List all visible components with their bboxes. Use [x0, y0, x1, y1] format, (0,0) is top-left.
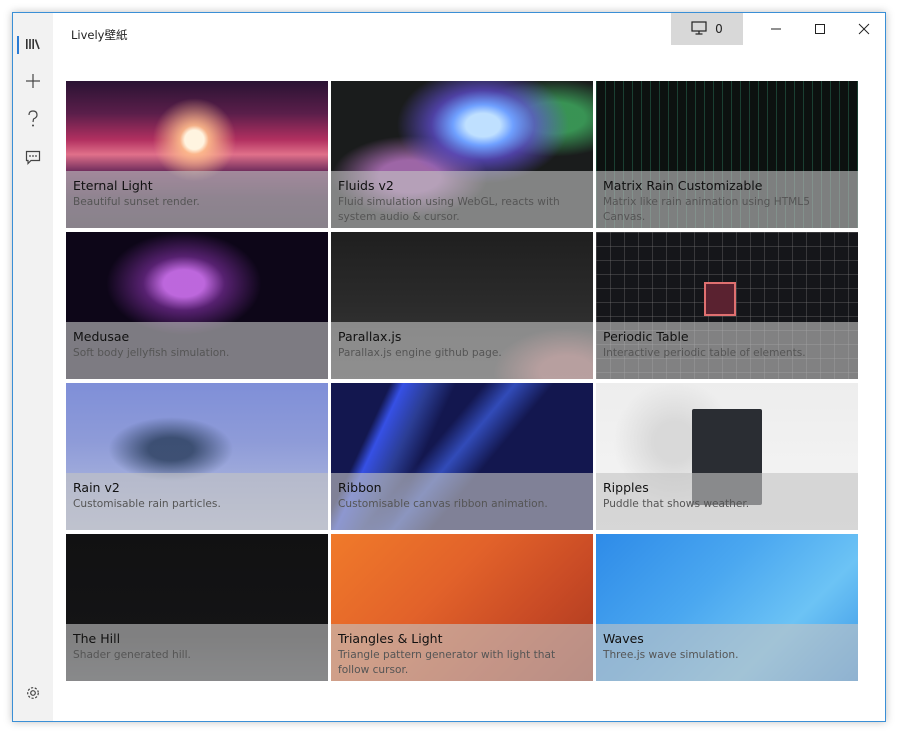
settings-button[interactable]	[13, 677, 53, 713]
add-icon	[25, 73, 41, 93]
monitor-select-button[interactable]: 0	[671, 13, 743, 45]
wallpaper-description: Three.js wave simulation.	[603, 649, 739, 661]
wallpaper-info: The Hill Shader generated hill.	[66, 624, 328, 681]
maximize-button[interactable]	[798, 13, 842, 45]
wallpaper-title: Rain v2	[73, 480, 120, 495]
sidebar	[13, 13, 53, 721]
minimize-icon	[770, 20, 782, 39]
wallpaper-title: Ribbon	[338, 480, 382, 495]
app-title: Lively壁紙	[71, 28, 128, 42]
wallpaper-description: Triangle pattern generator with light th…	[338, 649, 556, 676]
wallpaper-title: Ripples	[603, 480, 649, 495]
wallpaper-info: Medusae Soft body jellyfish simulation.	[66, 322, 328, 379]
wallpaper-title: Waves	[603, 631, 644, 646]
wallpaper-info: Rain v2 Customisable rain particles.	[66, 473, 328, 530]
wallpaper-description: Matrix like rain animation using HTML5 C…	[603, 196, 810, 223]
wallpaper-info: Matrix Rain Customizable Matrix like rai…	[596, 171, 858, 228]
wallpaper-info: Waves Three.js wave simulation.	[596, 624, 858, 681]
wallpaper-title: Medusae	[73, 329, 130, 344]
wallpaper-description: Shader generated hill.	[73, 649, 191, 661]
wallpaper-info: Parallax.js Parallax.js engine github pa…	[331, 322, 593, 379]
wallpaper-card-eternal-light[interactable]: Eternal Light Beautiful sunset render.	[66, 81, 328, 228]
monitor-icon	[691, 20, 707, 38]
add-wallpaper-button[interactable]	[13, 65, 53, 101]
wallpaper-library-grid: Eternal Light Beautiful sunset render. F…	[66, 81, 858, 681]
wallpaper-description: Parallax.js engine github page.	[338, 347, 502, 359]
wallpaper-info: Periodic Table Interactive periodic tabl…	[596, 322, 858, 379]
wallpaper-card-periodic-table[interactable]: Periodic Table Interactive periodic tabl…	[596, 232, 858, 379]
help-button[interactable]	[13, 103, 53, 139]
wallpaper-title: Periodic Table	[603, 329, 689, 344]
wallpaper-info: Ribbon Customisable canvas ribbon animat…	[331, 473, 593, 530]
wallpaper-card-matrix-rain[interactable]: Matrix Rain Customizable Matrix like rai…	[596, 81, 858, 228]
wallpaper-description: Interactive periodic table of elements.	[603, 347, 806, 359]
wallpaper-card-medusae[interactable]: Medusae Soft body jellyfish simulation.	[66, 232, 328, 379]
feedback-button[interactable]	[13, 141, 53, 177]
wallpaper-title: Parallax.js	[338, 329, 402, 344]
settings-icon	[25, 685, 41, 705]
feedback-icon	[25, 150, 41, 169]
library-icon	[25, 36, 41, 55]
app-window: Lively壁紙 0 Eternal Light Beautiful sunse…	[12, 12, 886, 722]
close-icon	[858, 20, 870, 39]
wallpaper-description: Customisable canvas ribbon animation.	[338, 498, 548, 510]
wallpaper-card-triangles-light[interactable]: Triangles & Light Triangle pattern gener…	[331, 534, 593, 681]
wallpaper-title: Matrix Rain Customizable	[603, 178, 763, 193]
maximize-icon	[814, 20, 826, 39]
wallpaper-info: Triangles & Light Triangle pattern gener…	[331, 624, 593, 681]
wallpaper-card-waves[interactable]: Waves Three.js wave simulation.	[596, 534, 858, 681]
wallpaper-card-parallax-js[interactable]: Parallax.js Parallax.js engine github pa…	[331, 232, 593, 379]
wallpaper-title: Fluids v2	[338, 178, 394, 193]
wallpaper-description: Soft body jellyfish simulation.	[73, 347, 230, 359]
wallpaper-card-fluids-v2[interactable]: Fluids v2 Fluid simulation using WebGL, …	[331, 81, 593, 228]
wallpaper-info: Ripples Puddle that shows weather.	[596, 473, 858, 530]
minimize-button[interactable]	[754, 13, 798, 45]
wallpaper-card-the-hill[interactable]: The Hill Shader generated hill.	[66, 534, 328, 681]
help-icon	[27, 110, 39, 132]
element-tile-graphic	[704, 282, 736, 316]
wallpaper-info: Fluids v2 Fluid simulation using WebGL, …	[331, 171, 593, 228]
monitor-count: 0	[715, 22, 723, 36]
close-button[interactable]	[842, 13, 885, 45]
wallpaper-description: Customisable rain particles.	[73, 498, 221, 510]
wallpaper-info: Eternal Light Beautiful sunset render.	[66, 171, 328, 228]
wallpaper-description: Beautiful sunset render.	[73, 196, 200, 208]
wallpaper-card-rain-v2[interactable]: Rain v2 Customisable rain particles.	[66, 383, 328, 530]
wallpaper-card-ripples[interactable]: Ripples Puddle that shows weather.	[596, 383, 858, 530]
wallpaper-title: Triangles & Light	[338, 631, 443, 646]
library-nav-button[interactable]	[13, 27, 53, 63]
wallpaper-card-ribbon[interactable]: Ribbon Customisable canvas ribbon animat…	[331, 383, 593, 530]
wallpaper-title: The Hill	[73, 631, 121, 646]
wallpaper-title: Eternal Light	[73, 178, 153, 193]
wallpaper-description: Fluid simulation using WebGL, reacts wit…	[338, 196, 560, 223]
wallpaper-description: Puddle that shows weather.	[603, 498, 750, 510]
